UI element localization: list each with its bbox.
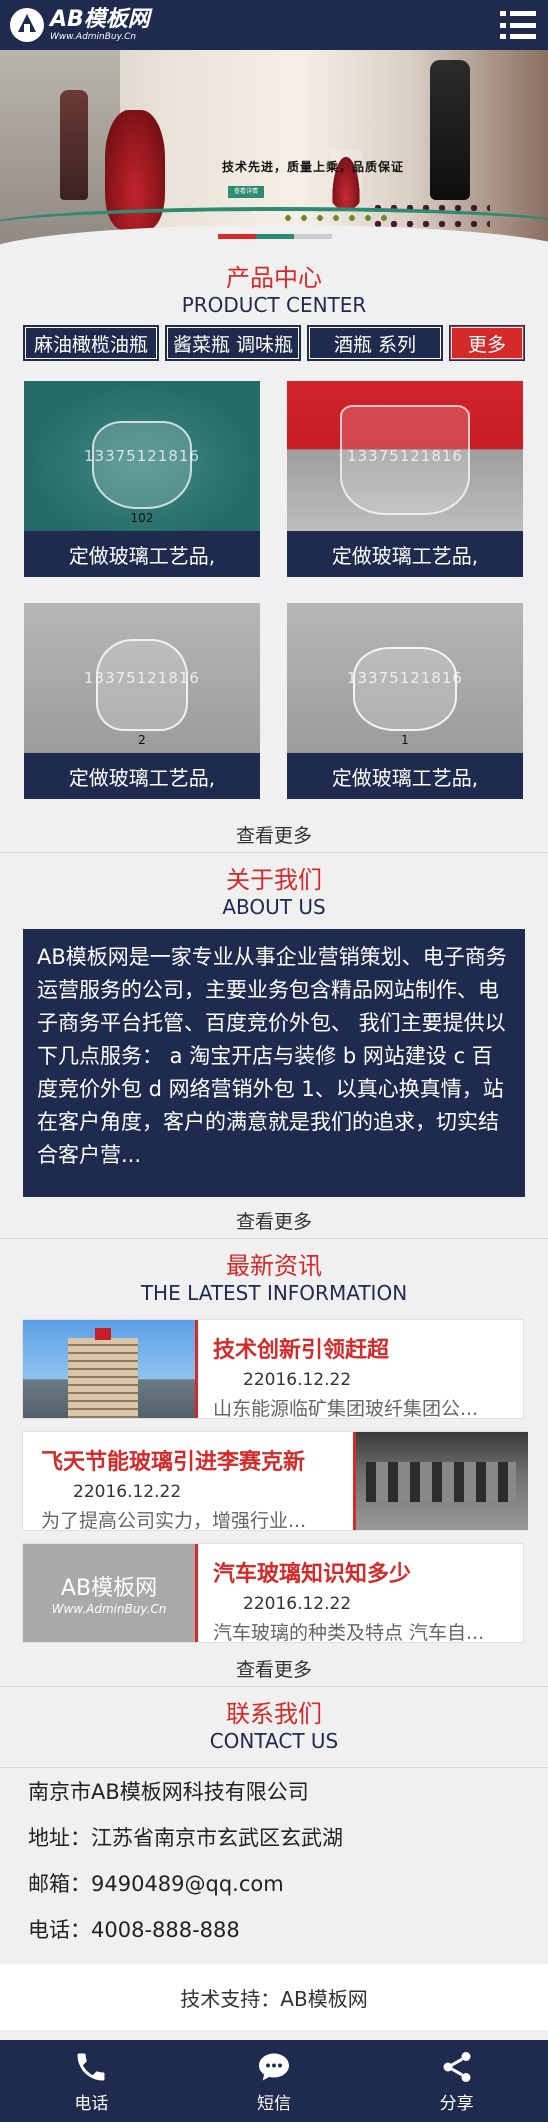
share-icon — [443, 2051, 471, 2082]
vase-shape — [92, 421, 192, 509]
carousel-pager[interactable] — [218, 234, 332, 239]
contact-company: 南京市AB模板网科技有限公司 — [28, 1780, 309, 1804]
nav-phone-button[interactable]: 电话 — [0, 2040, 183, 2122]
section-title-cn: 最新资讯 — [226, 1252, 322, 1280]
product-watermark: 13375121816 — [84, 669, 200, 687]
product-number: 2 — [138, 733, 146, 747]
page: AB模板网 Www.AdminBuy.Cn 技术先进，质量上乘，品质保证 查看详… — [0, 0, 548, 2122]
product-caption: 定做玻璃工艺品, — [331, 543, 479, 568]
nav-label: 电话 — [74, 2093, 109, 2114]
news-desc: 汽车玻璃的种类及特点 汽车自... — [213, 1622, 485, 1644]
category-tab[interactable]: 酒瓶 系列 — [307, 325, 443, 361]
category-tabs: 麻油橄榄油瓶 酱菜瓶 调味瓶 酒瓶 系列 更多 — [0, 325, 548, 361]
product-image: 13375121816 2 — [24, 603, 260, 753]
product-card[interactable]: 13375121816 2 定做玻璃工艺品, — [24, 603, 260, 799]
bottom-nav: 电话 短信 分享 — [0, 2040, 548, 2122]
menu-icon[interactable] — [498, 7, 538, 43]
section-title-en: PRODUCT CENTER — [181, 293, 367, 317]
products-view-more-link[interactable]: 查看更多 — [0, 821, 548, 853]
contact-address: 地址：江苏省南京市玄武区玄武湖 — [28, 1826, 343, 1850]
about-view-more-link[interactable]: 查看更多 — [0, 1207, 548, 1239]
product-grid: 13375121816 102 定做玻璃工艺品, 13375121816 定做玻… — [0, 381, 548, 799]
news-divider — [195, 1320, 198, 1418]
news-thumbnail — [23, 1320, 195, 1418]
banner-carousel[interactable]: 技术先进，质量上乘，品质保证 查看详情 — [0, 50, 548, 255]
tech-support: 技术支持：AB模板网 — [0, 1964, 548, 2030]
news-thumbnail — [356, 1432, 528, 1530]
nav-label: 分享 — [439, 2093, 474, 2114]
news-list: 技术创新引领赶超 22016.12.22 山东能源临矿集团玻纤集团公... 飞天… — [0, 1319, 548, 1669]
category-tab[interactable]: 酱菜瓶 调味瓶 — [165, 325, 301, 361]
banner-tagline: 技术先进，质量上乘，品质保证 — [222, 160, 405, 174]
contact-email[interactable]: 邮箱：9490489@qq.com — [0, 1860, 548, 1906]
section-title-en: CONTACT US — [209, 1729, 339, 1753]
header: AB模板网 Www.AdminBuy.Cn — [0, 0, 548, 50]
nav-label: 短信 — [257, 2093, 291, 2114]
banner-wine-bottle — [430, 60, 470, 200]
nav-share-button[interactable]: 分享 — [365, 2040, 548, 2122]
logo-icon — [10, 8, 44, 42]
section-title-en: THE LATEST INFORMATION — [140, 1281, 408, 1305]
news-date: 22016.12.22 — [243, 1594, 352, 1614]
news-item[interactable]: AB模板网 Www.AdminBuy.Cn 汽车玻璃知识知多少 22016.12… — [22, 1543, 524, 1644]
product-number: 102 — [130, 511, 154, 525]
phone-icon — [77, 2053, 105, 2080]
pager-dot[interactable] — [256, 234, 294, 239]
product-watermark: 13375121816 — [84, 447, 200, 465]
product-caption: 定做玻璃工艺品, — [331, 765, 479, 790]
chat-icon — [259, 2053, 289, 2080]
news-thumb-logo: AB模板网 — [60, 1576, 158, 1601]
category-more-button[interactable]: 更多 — [449, 325, 525, 361]
logo-title: AB模板网 — [50, 6, 150, 32]
news-date: 22016.12.22 — [73, 1482, 182, 1502]
pager-dot[interactable] — [294, 234, 332, 239]
product-caption: 定做玻璃工艺品, — [68, 765, 216, 790]
product-image: 13375121816 — [287, 381, 523, 531]
logo-subtitle: Www.AdminBuy.Cn — [50, 31, 137, 42]
news-title: 技术创新引领赶超 — [213, 1338, 390, 1363]
product-caption: 定做玻璃工艺品, — [68, 543, 216, 568]
news-desc: 为了提高公司实力，增强行业... — [41, 1510, 307, 1532]
logo-text: AB模板网 Www.AdminBuy.Cn — [50, 6, 150, 42]
contact-heading: 联系我们 CONTACT US — [0, 1699, 548, 1753]
news-thumb-logo-sub: Www.AdminBuy.Cn — [51, 1602, 167, 1616]
news-thumbnail: AB模板网 Www.AdminBuy.Cn — [23, 1544, 195, 1642]
news-desc: 山东能源临矿集团玻纤集团公... — [213, 1398, 479, 1420]
pager-dot[interactable] — [218, 234, 256, 239]
about-text: AB模板网是一家专业从事企业营销策划、电子商务运营服务的公司，主要业务包含精品网… — [23, 929, 525, 1197]
news-divider — [195, 1544, 198, 1642]
product-card[interactable]: 13375121816 102 定做玻璃工艺品, — [24, 381, 260, 577]
banner-cta-button[interactable]: 查看详情 — [228, 186, 264, 198]
product-watermark: 13375121816 — [347, 447, 463, 465]
product-image: 13375121816 102 — [24, 381, 260, 531]
about-heading: 关于我们 ABOUT US — [0, 865, 548, 919]
product-image: 13375121816 1 — [287, 603, 523, 753]
banner-bottle — [60, 90, 88, 200]
nav-sms-button[interactable]: 短信 — [183, 2040, 366, 2122]
news-title: 汽车玻璃知识知多少 — [213, 1562, 412, 1587]
section-title-cn: 产品中心 — [226, 264, 322, 292]
product-watermark: 13375121816 — [347, 669, 463, 687]
product-center-heading: 产品中心 PRODUCT CENTER — [0, 263, 548, 317]
product-number: 1 — [401, 733, 409, 747]
product-card[interactable]: 13375121816 1 定做玻璃工艺品, — [287, 603, 523, 799]
section-title-en: ABOUT US — [222, 895, 326, 919]
news-item[interactable]: 技术创新引领赶超 22016.12.22 山东能源临矿集团玻纤集团公... — [22, 1319, 524, 1420]
news-item[interactable]: 飞天节能玻璃引进李赛克新 22016.12.22 为了提高公司实力，增强行业..… — [22, 1431, 528, 1532]
logo[interactable]: AB模板网 Www.AdminBuy.Cn — [10, 8, 150, 42]
product-card[interactable]: 13375121816 定做玻璃工艺品, — [287, 381, 523, 577]
category-tab[interactable]: 麻油橄榄油瓶 — [23, 325, 159, 361]
contact-info: 南京市AB模板网科技有限公司 地址：江苏省南京市玄武区玄武湖 邮箱：949048… — [0, 1767, 548, 1952]
section-title-cn: 关于我们 — [226, 866, 322, 894]
contact-phone[interactable]: 电话：4008-888-888 — [0, 1906, 548, 1952]
news-date: 22016.12.22 — [243, 1370, 352, 1390]
vase-shape — [353, 647, 457, 731]
news-heading: 最新资讯 THE LATEST INFORMATION — [0, 1251, 548, 1305]
section-title-cn: 联系我们 — [226, 1700, 322, 1728]
news-title: 飞天节能玻璃引进李赛克新 — [41, 1450, 306, 1475]
